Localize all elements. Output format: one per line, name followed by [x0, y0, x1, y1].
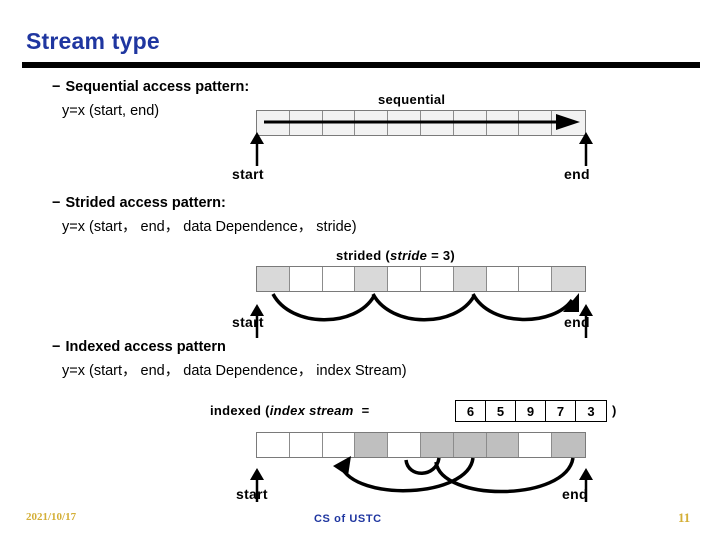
- cell-shaded: [552, 433, 585, 457]
- cell: [454, 111, 487, 135]
- cell-shaded: [453, 433, 487, 457]
- cell: [388, 433, 421, 457]
- bullet-dash: −: [52, 339, 61, 355]
- cell-shaded: [257, 267, 290, 291]
- diagram-strided-start-label: start: [232, 314, 264, 330]
- cell-shaded: [355, 267, 389, 291]
- page-number: 11: [678, 510, 691, 525]
- diagram-sequential-arrows: [250, 114, 593, 166]
- bullet-sequential-heading-text: Sequential access pattern:: [65, 79, 250, 95]
- bullet-strided-heading-text: Strided access pattern:: [65, 195, 226, 211]
- cell: [289, 433, 323, 457]
- cell-shaded: [355, 433, 389, 457]
- cell: [388, 111, 421, 135]
- cell: [322, 433, 356, 457]
- footer-date: 2021/10/17: [26, 511, 77, 523]
- bullet-dash: −: [52, 195, 61, 211]
- bullet-sequential: − Sequential access pattern: y=x (start, …: [52, 78, 249, 120]
- cell: [322, 267, 356, 291]
- cell: [519, 267, 553, 291]
- cell: [552, 111, 585, 135]
- index-stream-value: 9: [516, 401, 546, 421]
- cell-shaded: [486, 433, 520, 457]
- cell: [486, 267, 520, 291]
- bullet-dash: −: [52, 79, 61, 95]
- cell: [519, 433, 553, 457]
- diagram-strided-caption-italic: stride: [389, 248, 428, 263]
- diagram-indexed-caption: indexed (index stream =: [210, 403, 369, 418]
- cell: [355, 111, 389, 135]
- cell: [257, 111, 290, 135]
- cell-shaded: [453, 267, 487, 291]
- bullet-sequential-formula: y=x (start, end): [62, 103, 160, 119]
- footer-organization: CS of USTC: [314, 513, 382, 525]
- diagram-indexed-arrows: [250, 456, 593, 502]
- diagram-indexed-caption-suffix: ): [612, 403, 617, 418]
- index-stream-value: 3: [587, 403, 595, 419]
- diagram-indexed-caption-prefix: indexed (: [210, 403, 270, 418]
- diagram-strided-arrows: [250, 293, 593, 338]
- bullet-sequential-heading: − Sequential access pattern:: [52, 78, 249, 96]
- index-stream-boxes: 6 5 9 7 3: [455, 400, 607, 422]
- cell: [519, 111, 553, 135]
- diagram-sequential-end-label: end: [564, 166, 590, 182]
- bullet-indexed: − Indexed access pattern y=x (start， end，…: [52, 338, 407, 380]
- cell: [323, 111, 356, 135]
- diagram-indexed-start-label: start: [236, 486, 268, 502]
- diagram-strided-caption-suffix: = 3): [427, 248, 456, 263]
- cell: [257, 433, 290, 457]
- cell-shaded: [420, 433, 454, 457]
- cell: [290, 111, 323, 135]
- cell-shaded: [552, 267, 585, 291]
- bullet-strided-formula: y=x (start， end， data Dependence， stride…: [62, 219, 357, 235]
- bullet-indexed-heading-text: Indexed access pattern: [65, 339, 226, 355]
- cell: [487, 111, 520, 135]
- diagram-strided-caption-prefix: strided (: [336, 248, 390, 263]
- diagram-sequential-start-label: start: [232, 166, 264, 182]
- cell: [388, 267, 421, 291]
- index-stream-value: 5: [486, 401, 516, 421]
- diagram-strided-end-label: end: [564, 314, 590, 330]
- index-stream-value: 6: [456, 401, 486, 421]
- bullet-strided: − Strided access pattern: y=x (start， end…: [52, 194, 357, 236]
- bullet-indexed-formula: y=x (start， end， data Dependence， index …: [62, 363, 407, 379]
- diagram-indexed-end-label: end: [562, 486, 588, 502]
- cell: [421, 111, 454, 135]
- bullet-strided-heading: − Strided access pattern:: [52, 194, 357, 212]
- bullet-indexed-heading: − Indexed access pattern: [52, 338, 407, 356]
- index-stream-value: 7: [546, 401, 576, 421]
- cell: [289, 267, 323, 291]
- diagram-strided-caption: strided (stride = 3): [336, 248, 455, 263]
- diagram-sequential-cells: [256, 110, 586, 136]
- cell: [420, 267, 454, 291]
- diagram-indexed-caption-italic: index stream: [269, 403, 354, 418]
- diagram-indexed-caption-equals: =: [361, 403, 370, 418]
- diagram-indexed-cells: [256, 432, 586, 458]
- page-title: Stream type: [26, 28, 160, 54]
- title-divider: [22, 62, 700, 68]
- diagram-sequential-caption: sequential: [378, 92, 446, 107]
- diagram-strided-cells: [256, 266, 586, 292]
